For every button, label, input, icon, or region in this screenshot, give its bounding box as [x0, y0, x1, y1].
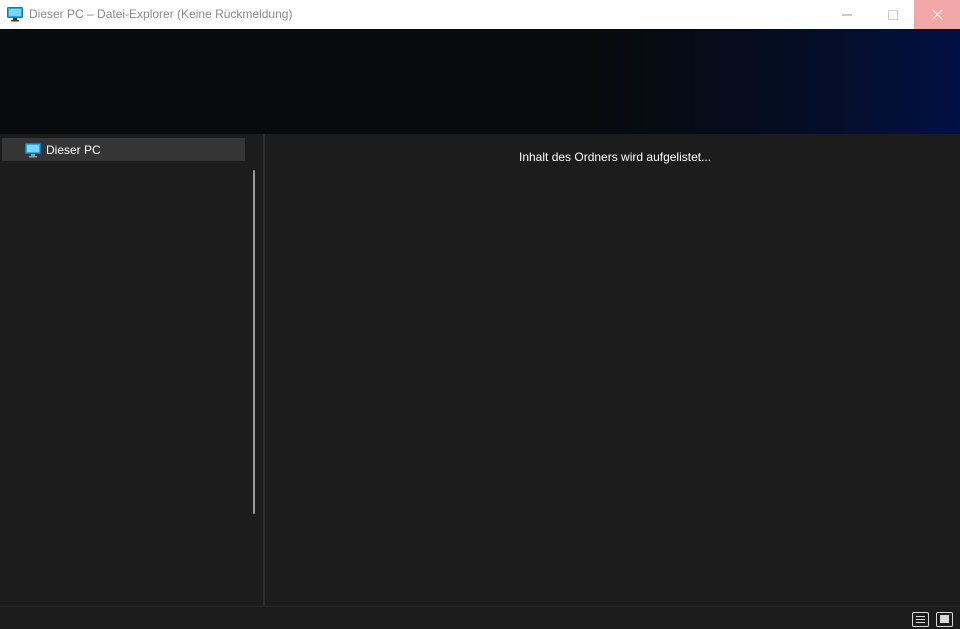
- maximize-button[interactable]: [870, 0, 916, 29]
- close-icon: [931, 9, 943, 20]
- maximize-icon: [888, 9, 898, 20]
- loading-message: Inhalt des Ordners wird aufgelistet...: [519, 150, 712, 164]
- status-bar: [0, 606, 960, 629]
- minimize-button[interactable]: [824, 0, 870, 29]
- close-button[interactable]: [914, 0, 960, 29]
- navigation-pane[interactable]: Dieser PC: [0, 134, 263, 606]
- content-pane[interactable]: Inhalt des Ordners wird aufgelistet...: [265, 134, 960, 606]
- title-bar[interactable]: Dieser PC – Datei-Explorer (Keine Rückme…: [0, 0, 960, 29]
- ribbon-area: [0, 29, 960, 134]
- window-title: Dieser PC – Datei-Explorer (Keine Rückme…: [29, 7, 293, 21]
- nav-item-label: Dieser PC: [46, 143, 101, 157]
- nav-scrollbar[interactable]: [253, 170, 255, 514]
- details-view-button[interactable]: [912, 612, 929, 627]
- tiles-view-button[interactable]: [936, 612, 953, 627]
- minimize-icon: [842, 14, 852, 15]
- monitor-icon: [25, 143, 41, 158]
- monitor-icon: [7, 7, 23, 22]
- tiles-view-icon: [940, 615, 949, 623]
- nav-item-dieser-pc[interactable]: Dieser PC: [2, 138, 245, 161]
